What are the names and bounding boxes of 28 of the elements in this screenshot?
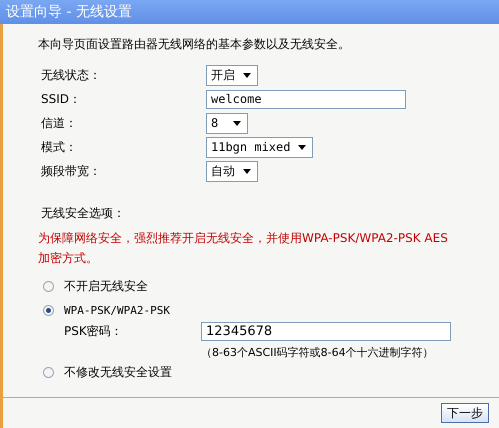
dropdown[interactable]: 8 [206,112,248,134]
radio-button[interactable] [43,304,54,316]
caret-icon [243,168,251,174]
hint-text: （8-63个ASCII码字符或8-64个十六进制字符） [201,345,435,360]
section-title: 无线安全选项： [41,205,126,222]
next-button[interactable]: 下一步 [441,403,489,423]
field-label: 信道： [41,114,78,132]
radio-label: WPA-PSK/WPA2-PSK [64,304,170,316]
field-label: SSID： [41,90,82,108]
warning-text: 为保障网络安全，强烈推荐开启无线安全，并使用WPA-PSK/WPA2-PSK AES加密方式。 [38,230,449,267]
input-field[interactable]: welcome [206,90,406,108]
window-title: 设置向导 - 无线设置 [0,0,499,24]
caret-icon [243,72,251,78]
intro-text: 本向导页面设置路由器无线网络的基本参数以及无线安全。 [38,36,351,53]
field-label: 频段带宽： [41,162,102,180]
field-label: 无线状态： [41,66,102,84]
dropdown[interactable]: 自动 [206,160,258,182]
radio-label: 不修改无线安全设置 [64,364,172,380]
radio-button[interactable] [43,280,54,292]
field-label: PSK密码： [64,323,124,340]
caret-icon [233,120,241,126]
field-label: 模式： [41,138,78,156]
radio-button[interactable] [43,366,54,378]
dropdown[interactable]: 11bgn mixed [206,136,314,158]
dropdown[interactable]: 开启 [206,64,258,86]
input-field[interactable]: 12345678 [201,322,451,341]
caret-icon [298,144,306,150]
radio-label: 不开启无线安全 [64,278,148,294]
